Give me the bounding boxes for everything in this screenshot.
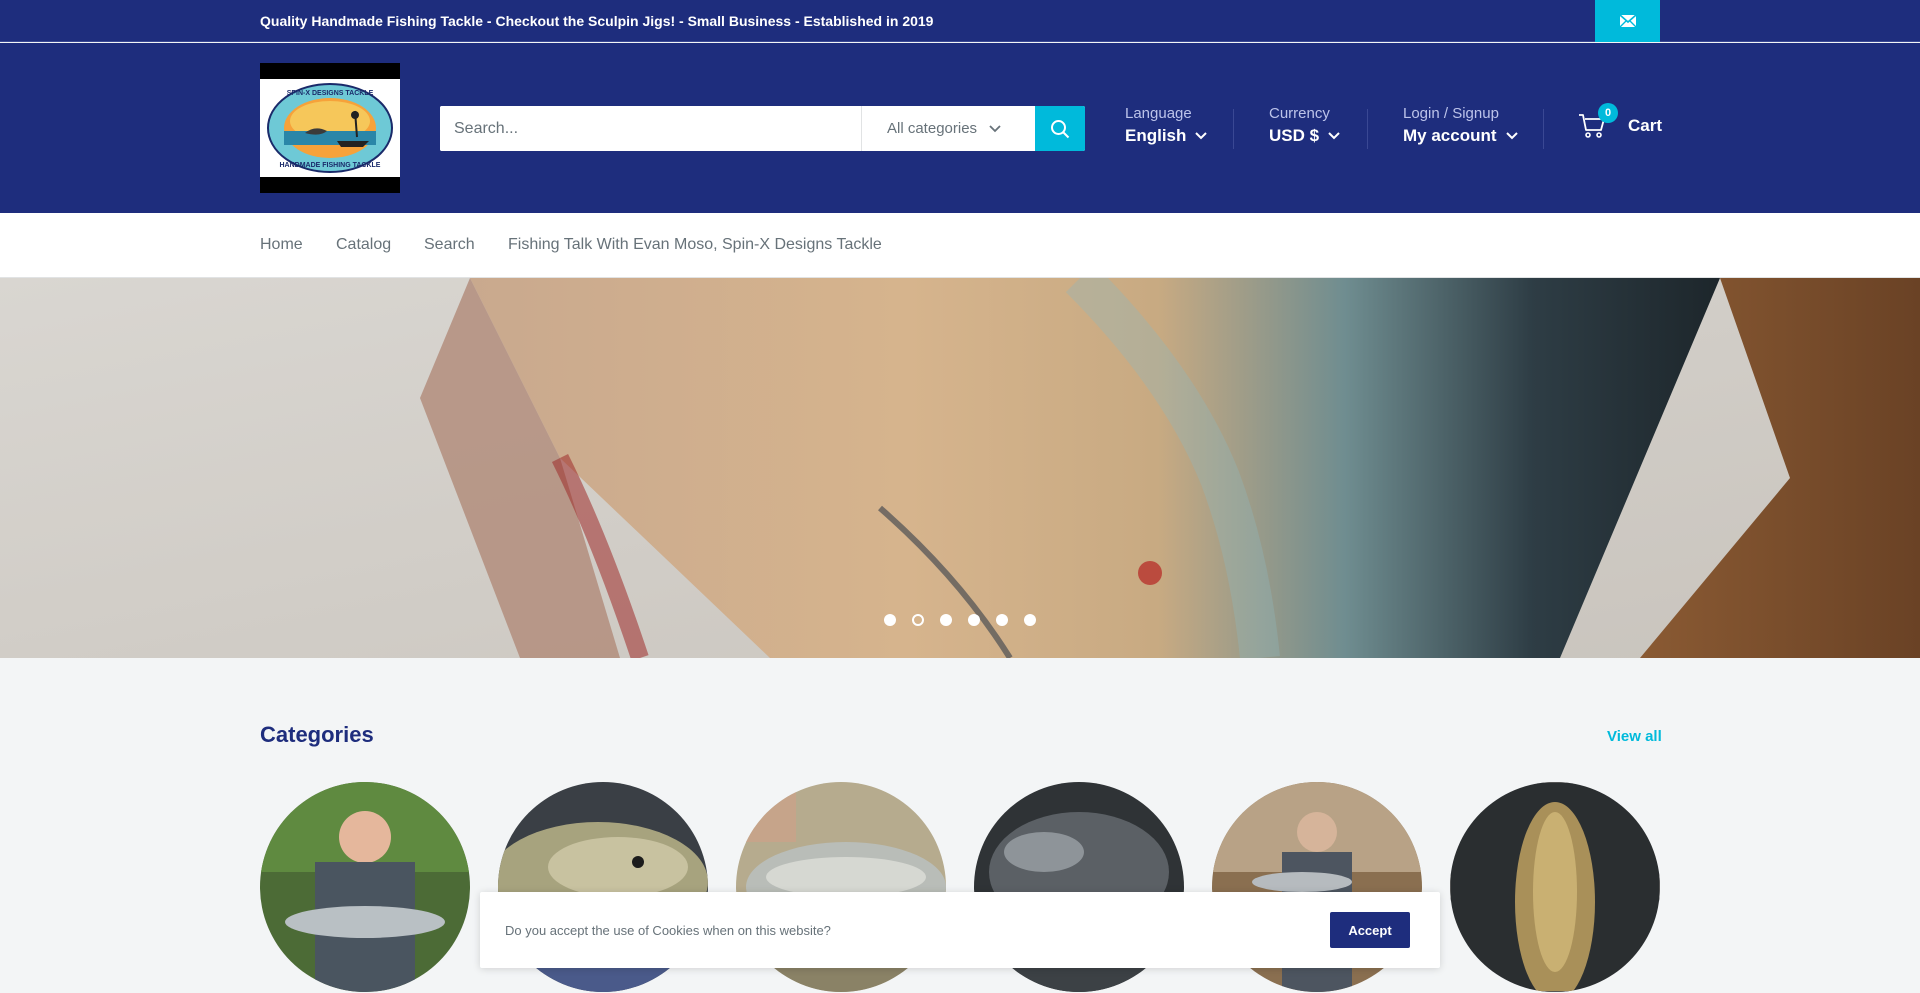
- announcement-bar: Quality Handmade Fishing Tackle - Checko…: [0, 0, 1920, 42]
- currency-label: Currency: [1269, 105, 1330, 122]
- chevron-down-icon: [1505, 132, 1518, 140]
- cart-button[interactable]: 0 Cart: [1578, 103, 1663, 139]
- mail-icon: [1618, 14, 1637, 28]
- category-image: [260, 782, 470, 992]
- search-category-select[interactable]: All categories: [861, 106, 1035, 151]
- language-selector[interactable]: Language English: [1125, 105, 1208, 146]
- cookie-accept-button[interactable]: Accept: [1330, 912, 1410, 948]
- search-input[interactable]: [440, 106, 861, 151]
- search-icon: [1051, 119, 1070, 138]
- hero-slideshow[interactable]: [0, 278, 1920, 658]
- svg-text:SPIN-X DESIGNS TACKLE: SPIN-X DESIGNS TACKLE: [287, 90, 374, 97]
- slideshow-dot[interactable]: [884, 614, 896, 626]
- category-image: [1450, 782, 1660, 992]
- categories-heading: Categories: [260, 722, 374, 747]
- account-label: Login / Signup: [1403, 105, 1499, 122]
- nav-item-catalog[interactable]: Catalog: [336, 236, 391, 254]
- logo-emblem-icon: SPIN-X DESIGNS TACKLE HANDMADE FISHING T…: [267, 83, 393, 173]
- nav-item-fishing-talk[interactable]: Fishing Talk With Evan Moso, Spin-X Desi…: [508, 236, 882, 254]
- nav-item-search[interactable]: Search: [424, 236, 475, 254]
- search-category-label: All categories: [887, 120, 978, 137]
- slideshow-dot[interactable]: [968, 614, 980, 626]
- newsletter-button[interactable]: [1595, 0, 1660, 42]
- svg-text:HANDMADE FISHING TACKLE: HANDMADE FISHING TACKLE: [280, 162, 381, 169]
- search-button[interactable]: [1035, 106, 1085, 151]
- slideshow-dots: [0, 614, 1920, 626]
- main-navigation: Home Catalog Search Fishing Talk With Ev…: [0, 213, 1920, 278]
- chevron-down-icon: [1328, 132, 1340, 140]
- slideshow-dot[interactable]: [1024, 614, 1036, 626]
- site-header: SPIN-X DESIGNS TACKLE HANDMADE FISHING T…: [0, 43, 1920, 213]
- chevron-down-icon: [1195, 132, 1208, 140]
- nav-item-home[interactable]: Home: [260, 236, 303, 254]
- cookie-message: Do you accept the use of Cookies when on…: [505, 923, 831, 938]
- header-divider: [1233, 109, 1234, 149]
- header-divider: [1367, 109, 1368, 149]
- cookie-banner: Do you accept the use of Cookies when on…: [480, 892, 1440, 968]
- slideshow-dot-active[interactable]: [912, 614, 924, 626]
- cart-count-badge: 0: [1598, 103, 1618, 123]
- language-label: Language: [1125, 105, 1192, 122]
- header-divider: [1543, 109, 1544, 149]
- currency-value: USD $: [1269, 126, 1320, 145]
- cart-label: Cart: [1628, 116, 1663, 135]
- hero-fish-image: [0, 278, 1920, 658]
- slideshow-dot[interactable]: [996, 614, 1008, 626]
- language-value: English: [1125, 126, 1187, 145]
- category-item[interactable]: [260, 782, 470, 992]
- store-logo[interactable]: SPIN-X DESIGNS TACKLE HANDMADE FISHING T…: [260, 63, 400, 193]
- slideshow-dot[interactable]: [940, 614, 952, 626]
- account-value: My account: [1403, 126, 1497, 145]
- account-menu[interactable]: Login / Signup My account: [1403, 105, 1518, 146]
- category-item[interactable]: [1450, 782, 1660, 992]
- categories-view-all-link[interactable]: View all: [1607, 728, 1662, 745]
- announcement-text: Quality Handmade Fishing Tackle - Checko…: [260, 13, 934, 29]
- currency-selector[interactable]: Currency USD $: [1269, 105, 1340, 146]
- search-bar: All categories: [440, 106, 1085, 151]
- chevron-down-icon: [989, 124, 1001, 132]
